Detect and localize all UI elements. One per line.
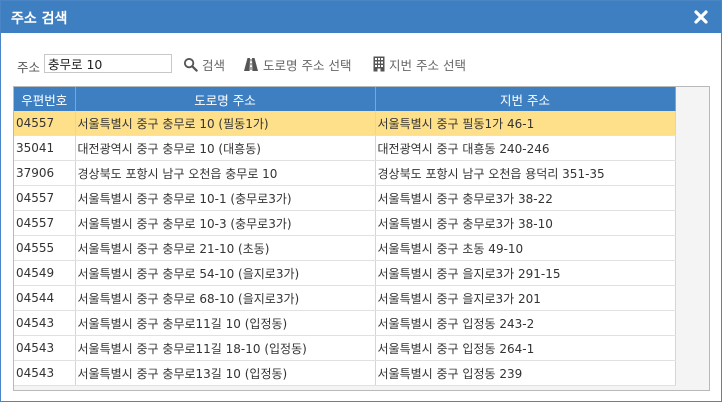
postal-code-cell: 37906 (14, 160, 76, 186)
postal-code-cell: 04557 (14, 210, 76, 236)
results-table: 우편번호 도로명 주소 지번 주소 04557 서울특별시 중구 충무로 10 … (14, 87, 676, 386)
select-lot-address-label: 지번 주소 선택 (389, 57, 466, 73)
search-icon (183, 57, 198, 72)
column-header-postal-code[interactable]: 우편번호 (14, 87, 76, 111)
road-address-cell: 서울특별시 중구 충무로 54-10 (을지로3가) (75, 260, 376, 286)
road-icon (244, 57, 258, 71)
road-address-cell: 서울특별시 중구 충무로11길 18-10 (입정동) (75, 335, 376, 361)
lot-address-cell: 대전광역시 중구 대흥동 240-246 (375, 135, 676, 161)
search-button[interactable]: 검색 (183, 55, 225, 73)
postal-code-cell: 04543 (14, 360, 76, 386)
table-row[interactable]: 04544 서울특별시 중구 충무로 68-10 (을지로3가) 서울특별시 중… (14, 285, 676, 311)
table-row[interactable]: 37906 경상북도 포항시 남구 오천읍 충무로 10 경상북도 포항시 남구… (14, 160, 676, 186)
lot-address-cell: 서울특별시 중구 충무로3가 38-22 (375, 185, 676, 211)
close-icon[interactable] (691, 7, 711, 27)
road-address-cell: 경상북도 포항시 남구 오천읍 충무로 10 (75, 160, 376, 186)
building-icon (373, 56, 385, 72)
address-search-dialog: 주소 검색 주소 검색 도로명 주소 선택 (0, 0, 722, 402)
postal-code-cell: 04549 (14, 260, 76, 286)
postal-code-cell: 04543 (14, 310, 76, 336)
column-header-lot-address[interactable]: 지번 주소 (375, 87, 676, 111)
lot-address-cell: 서울특별시 중구 초동 49-10 (375, 235, 676, 261)
road-address-cell: 서울특별시 중구 충무로 10-1 (충무로3가) (75, 185, 376, 211)
postal-code-cell: 04557 (14, 111, 76, 136)
table-row[interactable]: 04549 서울특별시 중구 충무로 54-10 (을지로3가) 서울특별시 중… (14, 260, 676, 286)
postal-code-cell: 04555 (14, 235, 76, 261)
lot-address-cell: 서울특별시 중구 필동1가 46-1 (375, 111, 676, 136)
lot-address-cell: 경상북도 포항시 남구 오천읍 용덕리 351-35 (375, 160, 676, 186)
search-button-label: 검색 (202, 57, 226, 73)
lot-address-cell: 서울특별시 중구 을지로3가 291-15 (375, 260, 676, 286)
results-table-container: 우편번호 도로명 주소 지번 주소 04557 서울특별시 중구 충무로 10 … (13, 86, 710, 391)
postal-code-cell: 04543 (14, 335, 76, 361)
lot-address-cell: 서울특별시 중구 입정동 264-1 (375, 335, 676, 361)
title-bar[interactable]: 주소 검색 (1, 1, 721, 33)
table-header-row: 우편번호 도로명 주소 지번 주소 (14, 87, 676, 111)
table-row[interactable]: 04543 서울특별시 중구 충무로11길 10 (입정동) 서울특별시 중구 … (14, 310, 676, 336)
lot-address-cell: 서울특별시 중구 입정동 239 (375, 360, 676, 386)
road-address-cell: 서울특별시 중구 충무로13길 10 (입정동) (75, 360, 376, 386)
road-address-cell: 서울특별시 중구 충무로 68-10 (을지로3가) (75, 285, 376, 311)
table-row[interactable]: 04557 서울특별시 중구 충무로 10-1 (충무로3가) 서울특별시 중구… (14, 185, 676, 211)
select-lot-address-button[interactable]: 지번 주소 선택 (373, 55, 466, 73)
road-address-cell: 서울특별시 중구 충무로11길 10 (입정동) (75, 310, 376, 336)
table-row[interactable]: 04557 서울특별시 중구 충무로 10-3 (충무로3가) 서울특별시 중구… (14, 210, 676, 236)
postal-code-cell: 04557 (14, 185, 76, 211)
vertical-scrollbar[interactable] (676, 112, 709, 390)
postal-code-cell: 35041 (14, 135, 76, 161)
dialog-title: 주소 검색 (11, 11, 68, 27)
lot-address-cell: 서울특별시 중구 충무로3가 38-10 (375, 210, 676, 236)
address-label: 주소 (17, 60, 41, 75)
lot-address-cell: 서울특별시 중구 을지로3가 201 (375, 285, 676, 311)
table-row[interactable]: 35041 대전광역시 중구 충무로 10 (대흥동) 대전광역시 중구 대흥동… (14, 135, 676, 161)
address-search-input[interactable] (44, 54, 172, 73)
table-row[interactable]: 04543 서울특별시 중구 충무로11길 18-10 (입정동) 서울특별시 … (14, 335, 676, 361)
table-row[interactable]: 04543 서울특별시 중구 충무로13길 10 (입정동) 서울특별시 중구 … (14, 360, 676, 386)
road-address-cell: 서울특별시 중구 충무로 10 (필동1가) (75, 111, 376, 136)
table-row[interactable]: 04557 서울특별시 중구 충무로 10 (필동1가) 서울특별시 중구 필동… (14, 111, 676, 136)
select-road-address-label: 도로명 주소 선택 (263, 57, 352, 73)
select-road-address-button[interactable]: 도로명 주소 선택 (243, 55, 351, 73)
road-address-cell: 서울특별시 중구 충무로 21-10 (초동) (75, 235, 376, 261)
lot-address-cell: 서울특별시 중구 입정동 243-2 (375, 310, 676, 336)
road-address-cell: 서울특별시 중구 충무로 10-3 (충무로3가) (75, 210, 376, 236)
search-toolbar: 주소 검색 도로명 주소 선택 (1, 53, 721, 75)
column-header-road-address[interactable]: 도로명 주소 (75, 87, 376, 111)
table-row[interactable]: 04555 서울특별시 중구 충무로 21-10 (초동) 서울특별시 중구 초… (14, 235, 676, 261)
postal-code-cell: 04544 (14, 285, 76, 311)
road-address-cell: 대전광역시 중구 충무로 10 (대흥동) (75, 135, 376, 161)
